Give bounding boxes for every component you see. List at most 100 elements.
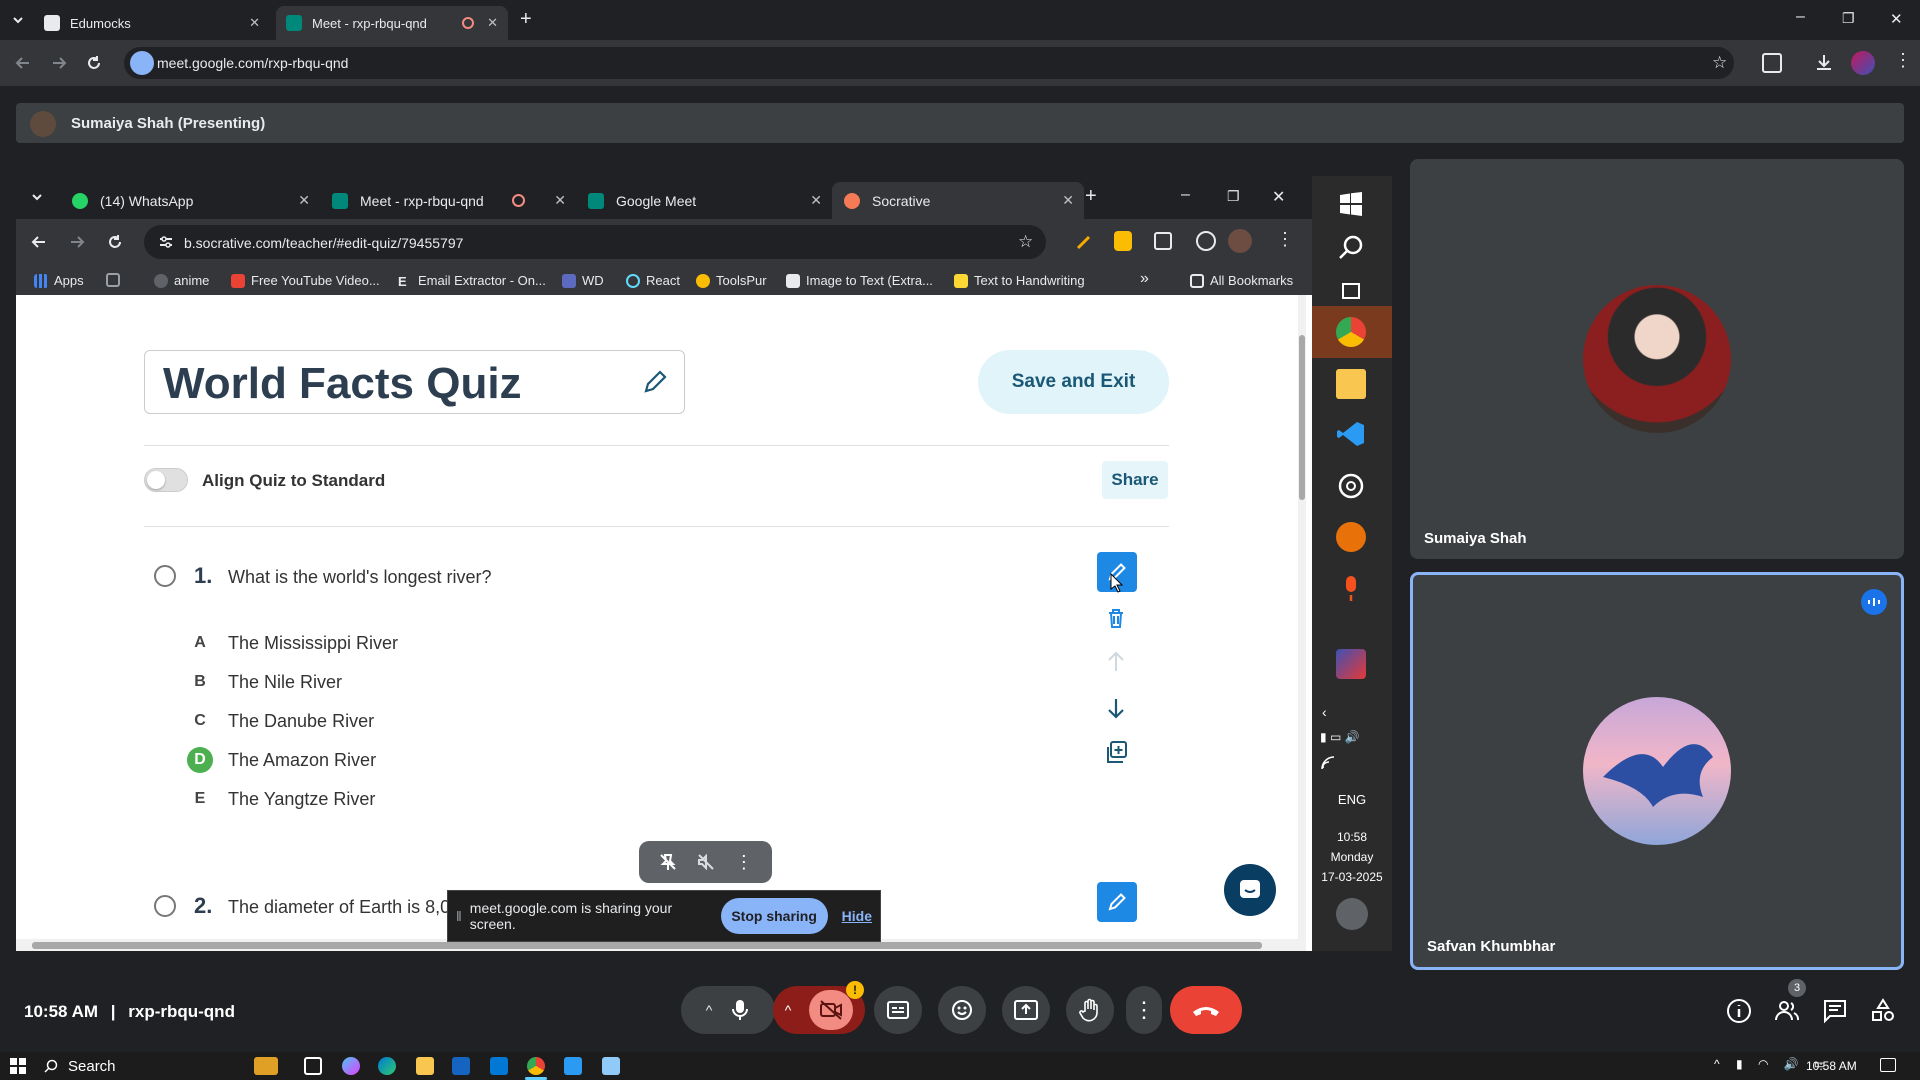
close-window-button[interactable]: ✕ bbox=[1890, 10, 1903, 28]
close-tab-icon[interactable]: ✕ bbox=[554, 192, 566, 209]
outer-omnibox[interactable]: meet.google.com/rxp-rbqu-qnd ☆ bbox=[124, 47, 1734, 79]
scrollbar-thumb[interactable] bbox=[32, 942, 1262, 949]
bookmark-anime[interactable]: anime bbox=[154, 273, 209, 288]
bookmark-star-icon[interactable]: ☆ bbox=[1712, 53, 1727, 73]
people-icon[interactable] bbox=[1774, 998, 1800, 1024]
intercom-chat-button[interactable] bbox=[1224, 864, 1276, 916]
tab-search-icon[interactable] bbox=[8, 10, 28, 30]
bookmark-tab-groups[interactable] bbox=[106, 273, 126, 287]
stop-sharing-button[interactable]: Stop sharing bbox=[720, 898, 828, 934]
close-tab-icon[interactable]: ✕ bbox=[249, 15, 260, 31]
move-down-icon[interactable] bbox=[1103, 695, 1129, 721]
restore-button[interactable]: ❐ bbox=[1842, 10, 1855, 27]
close-window-button[interactable]: ✕ bbox=[1272, 187, 1285, 207]
audio-options-chevron-icon[interactable]: ^ bbox=[706, 1002, 713, 1018]
quiz-title-field[interactable]: World Facts Quiz bbox=[144, 350, 685, 414]
copilot-icon[interactable] bbox=[342, 1057, 360, 1075]
outer-tab-meet[interactable]: Meet - rxp-rbqu-qnd ✕ bbox=[276, 6, 508, 40]
new-tab-button[interactable]: + bbox=[1085, 185, 1097, 208]
performance-icon[interactable] bbox=[1196, 231, 1216, 251]
reload-icon[interactable] bbox=[106, 233, 124, 251]
notification-icon[interactable] bbox=[1336, 898, 1368, 930]
bookmark-image-to-text[interactable]: Image to Text (Extra... bbox=[786, 273, 933, 288]
more-options-button[interactable]: ⋮ bbox=[1126, 986, 1162, 1034]
minimize-button[interactable]: – bbox=[1181, 186, 1190, 204]
notepad-icon[interactable] bbox=[602, 1057, 620, 1075]
inner-tab-meet[interactable]: Meet - rxp-rbqu-qnd ✕ bbox=[320, 182, 576, 219]
outer-url[interactable]: meet.google.com/rxp-rbqu-qnd bbox=[157, 55, 348, 71]
duplicate-icon[interactable] bbox=[1103, 739, 1129, 765]
search-icon[interactable] bbox=[1336, 233, 1366, 263]
menu-icon[interactable]: ⋮ bbox=[1894, 50, 1912, 71]
microphone-icon[interactable] bbox=[730, 998, 750, 1022]
minimize-button[interactable]: – bbox=[1796, 8, 1805, 26]
pen-extension-icon[interactable] bbox=[1074, 232, 1094, 252]
meeting-info-icon[interactable] bbox=[1726, 998, 1752, 1024]
align-standard-toggle[interactable] bbox=[144, 468, 188, 492]
bookmark-toolspur[interactable]: ToolsPur bbox=[696, 273, 767, 288]
chatgpt-icon[interactable] bbox=[1336, 471, 1366, 501]
participant-tile-safvan[interactable]: Safvan Khumbhar bbox=[1410, 572, 1904, 970]
forward-icon[interactable] bbox=[50, 54, 68, 72]
video-options-chevron-icon[interactable]: ^ bbox=[785, 1002, 792, 1018]
bookmark-react[interactable]: React bbox=[626, 273, 680, 288]
bookmark-email-extractor[interactable]: E Email Extractor - On... bbox=[398, 273, 546, 289]
chrome-icon[interactable] bbox=[1336, 317, 1366, 347]
vertical-scrollbar[interactable] bbox=[1298, 295, 1306, 951]
edit-title-icon[interactable] bbox=[640, 367, 670, 397]
activities-icon[interactable] bbox=[1870, 998, 1896, 1024]
reactions-button[interactable] bbox=[938, 986, 986, 1034]
file-explorer-icon[interactable] bbox=[1336, 369, 1366, 399]
site-info-icon[interactable] bbox=[158, 234, 174, 250]
chrome-icon[interactable] bbox=[527, 1057, 545, 1075]
profile-avatar[interactable] bbox=[1851, 51, 1875, 75]
task-view-icon[interactable] bbox=[304, 1057, 322, 1075]
task-view-icon[interactable] bbox=[1336, 276, 1366, 306]
vscode-icon[interactable] bbox=[564, 1057, 582, 1075]
back-icon[interactable] bbox=[30, 233, 48, 251]
extensions-icon[interactable] bbox=[1762, 53, 1782, 73]
menu-icon[interactable]: ⋮ bbox=[1276, 229, 1294, 250]
widgets-icon[interactable] bbox=[254, 1057, 278, 1075]
hide-notice-link[interactable]: Hide bbox=[842, 908, 872, 924]
new-tab-button[interactable]: + bbox=[520, 8, 532, 31]
inner-url[interactable]: b.socrative.com/teacher/#edit-quiz/79455… bbox=[184, 235, 463, 251]
close-tab-icon[interactable]: ✕ bbox=[487, 15, 498, 31]
outer-tab-edumocks[interactable]: Edumocks ✕ bbox=[34, 6, 270, 40]
wallet-extension-icon[interactable] bbox=[1114, 231, 1132, 251]
edge-icon[interactable] bbox=[378, 1057, 396, 1075]
close-tab-icon[interactable]: ✕ bbox=[810, 192, 822, 209]
show-hidden-icons-icon[interactable]: ‹ bbox=[1322, 704, 1327, 720]
delete-icon[interactable] bbox=[1103, 605, 1129, 631]
input-language[interactable]: ENG bbox=[1312, 792, 1392, 807]
volume-off-icon[interactable] bbox=[696, 852, 716, 872]
wifi-icon[interactable] bbox=[1320, 756, 1336, 770]
extensions-icon[interactable] bbox=[1154, 232, 1172, 250]
notifications-icon[interactable] bbox=[1880, 1058, 1896, 1072]
share-button[interactable]: Share bbox=[1102, 461, 1168, 499]
bookmark-wd[interactable]: WD bbox=[562, 273, 604, 288]
profile-avatar[interactable] bbox=[1228, 229, 1252, 253]
reload-icon[interactable] bbox=[85, 54, 103, 72]
more-options-icon[interactable]: ⋮ bbox=[735, 852, 753, 873]
forward-icon[interactable] bbox=[68, 233, 86, 251]
bookmark-apps[interactable]: Apps bbox=[34, 273, 84, 288]
store-icon[interactable] bbox=[452, 1057, 470, 1075]
participant-tile-sumaiya[interactable]: Sumaiya Shah bbox=[1410, 159, 1904, 559]
bookmark-text-to-handwriting[interactable]: Text to Handwriting bbox=[954, 273, 1085, 288]
taskbar-search[interactable]: Search bbox=[44, 1054, 224, 1078]
raise-hand-button[interactable] bbox=[1066, 986, 1114, 1034]
powerpoint-app-icon[interactable] bbox=[1336, 649, 1366, 679]
show-hidden-icons-icon[interactable]: ^ bbox=[1714, 1057, 1720, 1071]
pin-off-icon[interactable] bbox=[658, 852, 678, 872]
download-icon[interactable] bbox=[1814, 52, 1834, 72]
tab-search-icon[interactable] bbox=[28, 188, 46, 206]
save-and-exit-button[interactable]: Save and Exit bbox=[978, 350, 1169, 414]
close-tab-icon[interactable]: ✕ bbox=[1062, 192, 1074, 209]
bookmark-youtube[interactable]: Free YouTube Video... bbox=[231, 273, 380, 288]
file-explorer-icon[interactable] bbox=[416, 1057, 434, 1075]
vscode-icon[interactable] bbox=[1336, 419, 1366, 449]
all-bookmarks-folder[interactable]: All Bookmarks bbox=[1190, 273, 1293, 288]
edit-question-button[interactable] bbox=[1097, 882, 1137, 922]
close-tab-icon[interactable]: ✕ bbox=[298, 192, 310, 209]
